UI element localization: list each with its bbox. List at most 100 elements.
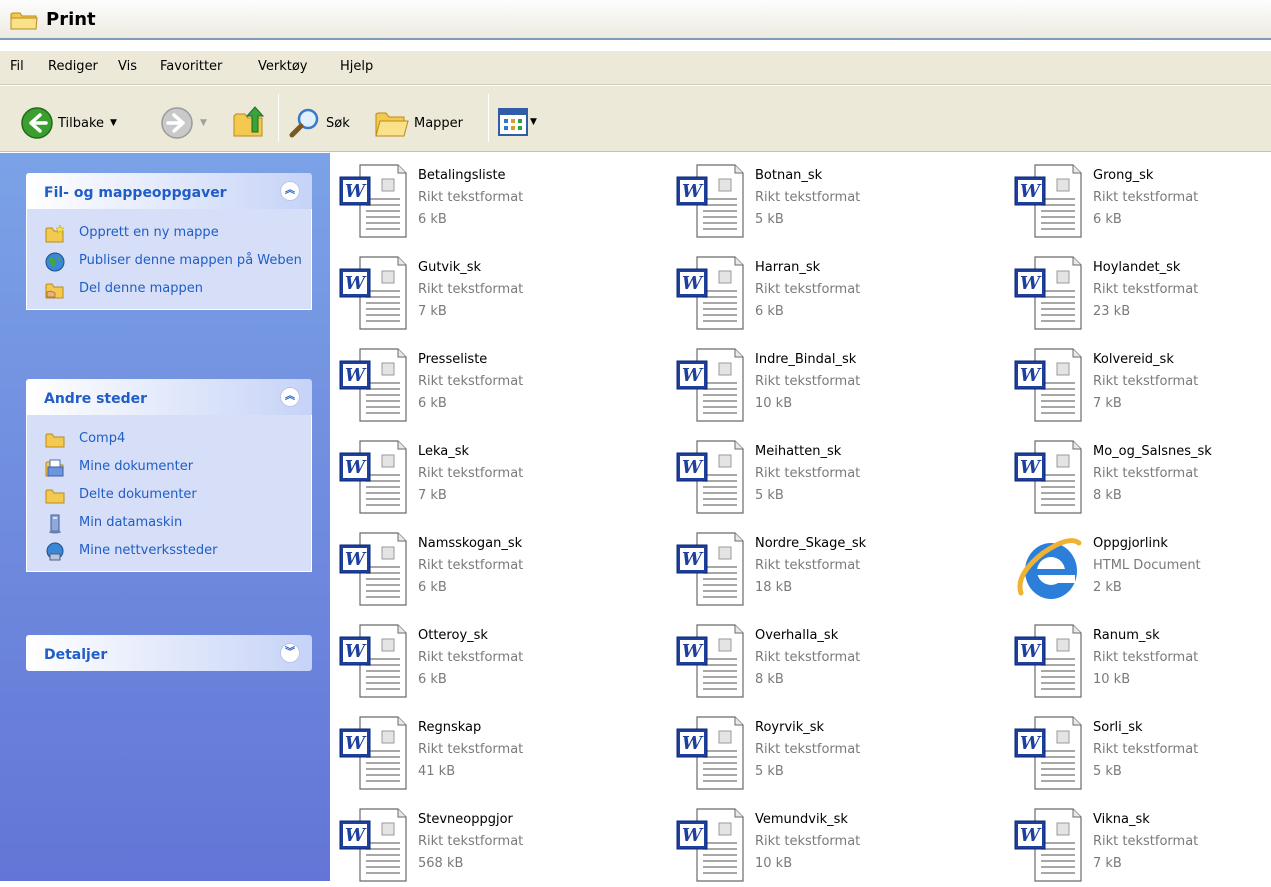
word-document-icon: W [675,163,745,239]
new-folder-icon [45,224,65,243]
word-document-icon: W [1013,347,1083,423]
file-type: Rikt tekstformat [418,834,524,849]
place-my-documents[interactable]: Mine dokumenter [27,453,311,481]
file-type: Rikt tekstformat [1093,742,1199,757]
search-button[interactable]: Søk [288,106,350,140]
svg-text:W: W [682,457,704,478]
file-type: Rikt tekstformat [418,282,524,297]
file-item[interactable]: W Vikna_sk Rikt tekstformat 7 kB [1005,797,1271,885]
forward-arrow-icon [161,107,193,139]
file-item[interactable]: W Hoylandet_sk Rikt tekstformat 23 kB [1005,245,1271,333]
panel-title: Andre steder [44,391,148,407]
back-dropdown-icon[interactable]: ▼ [110,118,117,128]
views-dropdown-icon[interactable]: ▼ [530,117,537,127]
file-type: Rikt tekstformat [755,834,861,849]
file-item[interactable]: W Indre_Bindal_sk Rikt tekstformat 10 kB [667,337,987,425]
task-share-folder[interactable]: Del denne mappen [27,275,311,303]
file-item[interactable]: W Botnan_sk Rikt tekstformat 5 kB [667,153,987,241]
file-item[interactable]: W Otteroy_sk Rikt tekstformat 6 kB [330,613,650,701]
task-pane: Fil- og mappeoppgaver ︽ Opprett en ny ma… [0,153,330,881]
collapse-chevron-icon[interactable]: ︽ [280,387,300,407]
forward-dropdown-icon[interactable]: ▼ [200,118,207,128]
task-publish-web[interactable]: Publiser denne mappen på Weben [27,247,311,275]
back-label: Tilbake [58,115,105,131]
back-button[interactable]: Tilbake ▼ [20,106,117,140]
word-document-icon: W [675,347,745,423]
menu-file[interactable]: Fil [10,59,24,74]
file-size: 18 kB [755,580,793,595]
file-item[interactable]: W Gutvik_sk Rikt tekstformat 7 kB [330,245,650,333]
file-type: Rikt tekstformat [1093,650,1199,665]
file-item[interactable]: W Leka_sk Rikt tekstformat 7 kB [330,429,650,517]
place-my-computer[interactable]: Min datamaskin [27,509,311,537]
file-type: Rikt tekstformat [755,374,861,389]
file-item[interactable]: Oppgjorlink HTML Document 2 kB [1005,521,1271,609]
file-name: Kolvereid_sk [1093,352,1174,367]
file-size: 6 kB [418,672,447,687]
folder-icon [10,12,38,30]
file-size: 6 kB [418,396,447,411]
svg-text:W: W [345,825,367,846]
menu-edit[interactable]: Rediger [48,59,98,74]
file-name: Sorli_sk [1093,720,1143,735]
file-item[interactable]: W Stevneoppgjor Rikt tekstformat 568 kB [330,797,650,885]
file-item[interactable]: W Mo_og_Salsnes_sk Rikt tekstformat 8 kB [1005,429,1271,517]
network-places-icon [46,542,64,561]
place-comp4[interactable]: Comp4 [27,425,311,453]
file-item[interactable]: W Vemundvik_sk Rikt tekstformat 10 kB [667,797,987,885]
file-item[interactable]: W Regnskap Rikt tekstformat 41 kB [330,705,650,793]
file-name: Mo_og_Salsnes_sk [1093,444,1212,459]
folders-button[interactable]: Mapper [374,106,463,140]
svg-text:W: W [1020,181,1042,202]
panel-header[interactable]: Andre steder ︽ [26,379,312,415]
file-type: Rikt tekstformat [1093,190,1199,205]
menu-tools[interactable]: Verktøy [258,59,308,74]
collapse-chevron-icon[interactable]: ︽ [280,181,300,201]
file-item[interactable]: W Harran_sk Rikt tekstformat 6 kB [667,245,987,333]
views-button[interactable]: ▼ [498,108,537,136]
place-shared-documents[interactable]: Delte dokumenter [27,481,311,509]
place-network-places[interactable]: Mine nettverkssteder [27,537,311,565]
file-size: 6 kB [755,304,784,319]
file-type: Rikt tekstformat [418,742,524,757]
word-document-icon: W [1013,255,1083,331]
folders-icon [375,112,409,137]
file-type: Rikt tekstformat [418,650,524,665]
svg-text:W: W [682,365,704,386]
menu-help[interactable]: Hjelp [340,59,373,74]
svg-text:W: W [682,641,704,662]
file-item[interactable]: W Nordre_Skage_sk Rikt tekstformat 18 kB [667,521,987,609]
svg-text:W: W [682,825,704,846]
menu-view[interactable]: Vis [118,59,137,74]
file-size: 23 kB [1093,304,1131,319]
file-item[interactable]: W Overhalla_sk Rikt tekstformat 8 kB [667,613,987,701]
file-item[interactable]: W Sorli_sk Rikt tekstformat 5 kB [1005,705,1271,793]
file-type: Rikt tekstformat [1093,466,1199,481]
file-type: Rikt tekstformat [1093,374,1199,389]
menu-favorites[interactable]: Favoritter [160,59,222,74]
up-folder-button[interactable] [232,104,268,140]
panel-header[interactable]: Fil- og mappeoppgaver ︽ [26,173,312,209]
file-type: Rikt tekstformat [1093,834,1199,849]
file-name: Overhalla_sk [755,628,839,643]
file-item[interactable]: W Ranum_sk Rikt tekstformat 10 kB [1005,613,1271,701]
folder-icon [45,489,65,504]
expand-chevron-icon[interactable]: ︾ [280,643,300,663]
file-item[interactable]: W Royrvik_sk Rikt tekstformat 5 kB [667,705,987,793]
file-size: 10 kB [1093,672,1131,687]
file-item[interactable]: W Betalingsliste Rikt tekstformat 6 kB [330,153,650,241]
file-item[interactable]: W Kolvereid_sk Rikt tekstformat 7 kB [1005,337,1271,425]
forward-button[interactable]: ▼ [160,106,207,140]
panel-header[interactable]: Detaljer ︾ [26,635,312,671]
file-item[interactable]: W Meihatten_sk Rikt tekstformat 5 kB [667,429,987,517]
file-size: 8 kB [755,672,784,687]
file-name: Oppgjorlink [1093,536,1168,551]
file-size: 41 kB [418,764,456,779]
file-item[interactable]: W Namsskogan_sk Rikt tekstformat 6 kB [330,521,650,609]
word-document-icon: W [338,807,408,883]
file-item[interactable]: W Presseliste Rikt tekstformat 6 kB [330,337,650,425]
place-label: Delte dokumenter [79,487,197,502]
task-new-folder[interactable]: Opprett en ny mappe [27,219,311,247]
file-item[interactable]: W Grong_sk Rikt tekstformat 6 kB [1005,153,1271,241]
file-size: 6 kB [1093,212,1122,227]
